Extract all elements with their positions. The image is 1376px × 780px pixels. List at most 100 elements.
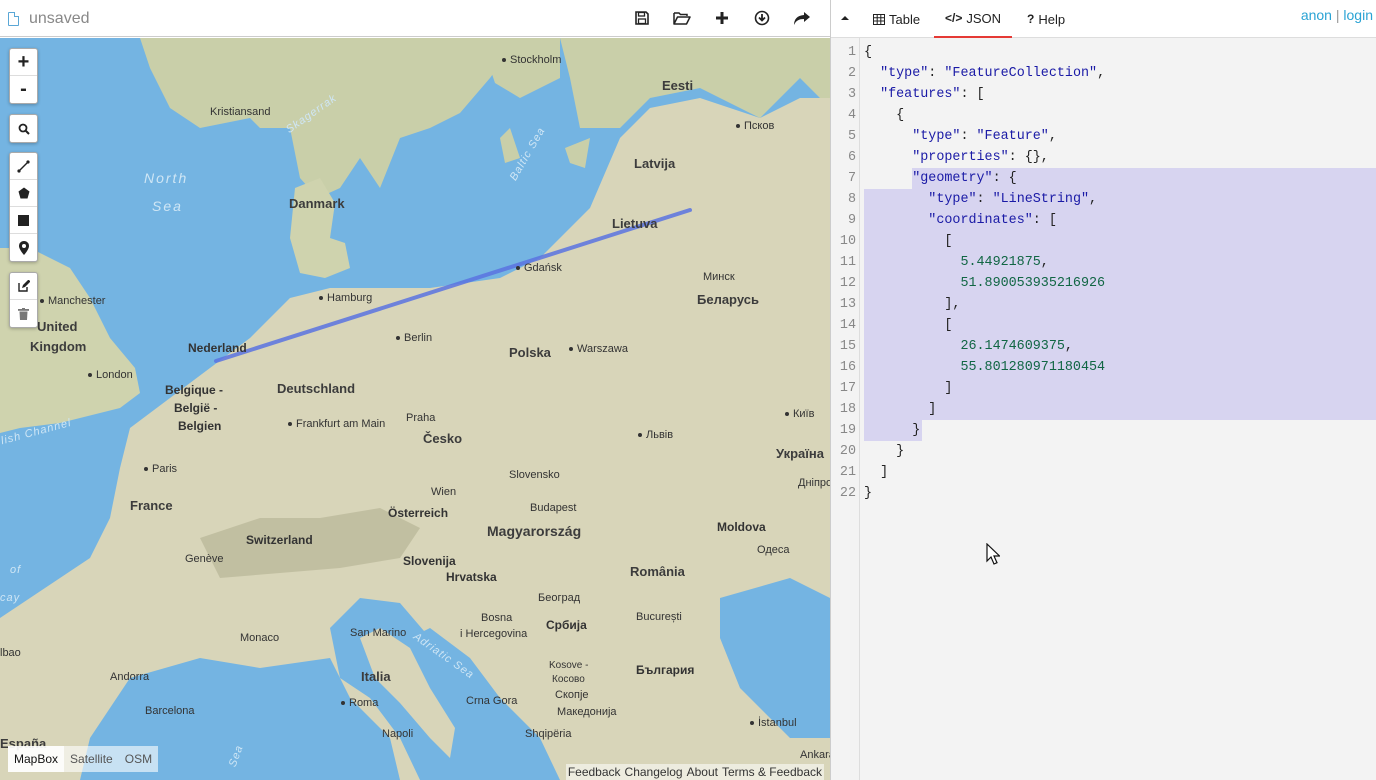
line-number: 15 [839,339,856,354]
map-label-hrvatska: Hrvatska [446,570,497,584]
map-label-lietuva: Lietuva [612,216,658,231]
file-icon [8,12,19,26]
map-label-praha: Praha [406,412,436,424]
download-icon [754,10,770,26]
map-label-pskov: Псков [736,120,774,132]
map-label-london: London [88,369,133,381]
attribution-terms[interactable]: Terms & Feedback [722,765,822,779]
map-label-andorra: Andorra [110,671,150,683]
map-label-north: North [144,170,189,186]
code-icon: </> [944,11,963,25]
code-line: 7 "geometry": { [831,168,1376,189]
new-button[interactable] [702,6,742,30]
map-label-belgie: België - [174,401,218,415]
code-text: [ [864,234,953,249]
code-text: "type": "LineString", [928,192,1098,207]
line-number: 5 [847,129,856,144]
file-toolbar [622,6,822,30]
tab-json[interactable]: </> JSON [934,0,1012,38]
zoom-control: + - [9,48,38,104]
code-text: { [864,108,905,123]
code-line: 21 ] [831,462,1376,483]
map-label-geneve: Genève [185,553,224,565]
side-panel: Table </> JSON ? Help anon | login 1{2 "… [830,0,1376,780]
download-button[interactable] [742,6,782,30]
code-text: "type": "Feature", [912,129,1057,144]
help-icon: ? [1027,12,1035,26]
code-line: 15 26.1474609375, [831,336,1376,357]
code-line: 20 } [831,441,1376,462]
save-icon [635,11,649,25]
tab-help[interactable]: ? Help [1027,0,1065,38]
line-number: 10 [839,234,856,249]
draw-line-button[interactable] [10,153,37,180]
login-link[interactable]: login [1343,7,1373,23]
attribution-feedback[interactable]: Feedback [568,765,621,779]
tab-table[interactable]: Table [873,0,920,38]
delete-layers-button[interactable] [10,300,37,327]
top-bar: unsaved [0,0,830,37]
plus-icon [716,12,728,24]
map-label-osterreich: Österreich [388,506,449,520]
layer-satellite[interactable]: Satellite [64,746,119,772]
code-line: 12 51.890053935216926 [831,273,1376,294]
code-text: "coordinates": [ [928,213,1057,228]
line-number: 16 [839,360,856,375]
code-text: "geometry": { [912,171,1017,186]
json-editor[interactable]: 1{2 "type": "FeatureCollection", 3 "featu… [831,38,1376,780]
line-number: 14 [839,318,856,333]
search-icon [18,123,30,135]
map-label-kristiansand: Kristiansand [210,106,271,118]
map-label-minsk: Минск [703,271,735,283]
open-button[interactable] [662,6,702,30]
line-number: 17 [839,381,856,396]
line-number: 22 [839,486,856,501]
layer-mapbox[interactable]: MapBox [8,746,65,772]
draw-rectangle-button[interactable] [10,207,37,234]
attribution-changelog[interactable]: Changelog [625,765,683,779]
code-text: [ [864,318,953,333]
map-label-eesti: Eesti [662,78,694,93]
draw-marker-button[interactable] [10,234,37,261]
search-button[interactable] [10,115,37,142]
map-label-berlin: Berlin [396,332,432,344]
rectangle-icon [18,214,29,226]
map-label-belarus: Беларусь [697,292,759,307]
app-root: unsaved Stockholm Eesti Kristiansand Пск… [0,0,1376,780]
code-line: 9 "coordinates": [ [831,210,1376,231]
map-view[interactable]: Stockholm Eesti Kristiansand Псков North… [0,38,830,780]
line-number: 11 [839,255,856,270]
map-label-bulgaria: България [636,663,695,677]
map-label-danmark: Danmark [289,196,345,211]
map-label-skopje: Скопје [555,689,589,701]
layer-osm[interactable]: OSM [119,746,158,772]
route-line[interactable] [0,38,830,780]
line-number: 7 [847,171,856,186]
map-label-kosovo: Kosove - [549,660,589,671]
code-line: 1{ [831,42,1376,63]
code-line: 19 } [831,420,1376,441]
polygon-icon [18,187,29,199]
save-button[interactable] [622,6,662,30]
line-number: 2 [847,66,856,81]
tab-table-label: Table [889,11,921,27]
map-label-frankfurt: Frankfurt am Main [288,418,385,430]
line-icon [17,159,30,173]
code-text: } [864,486,873,501]
code-text: { [864,45,873,60]
map-label-belgique: Belgique - [165,383,224,397]
file-title[interactable]: unsaved [8,9,90,29]
collapse-caret-icon[interactable] [839,13,851,23]
code-line: 6 "properties": {}, [831,147,1376,168]
draw-polygon-button[interactable] [10,180,37,207]
zoom-in-button[interactable]: + [10,49,37,76]
anon-link[interactable]: anon [1301,7,1332,23]
code-text: } [864,423,921,438]
edit-layers-button[interactable] [10,273,37,300]
map-label-magyarorszag: Magyarország [487,523,582,539]
code-text: ] [864,381,953,396]
share-button[interactable] [782,6,822,30]
code-line: 16 55.801280971180454 [831,357,1376,378]
zoom-out-button[interactable]: - [10,76,37,103]
attribution-about[interactable]: About [687,765,718,779]
